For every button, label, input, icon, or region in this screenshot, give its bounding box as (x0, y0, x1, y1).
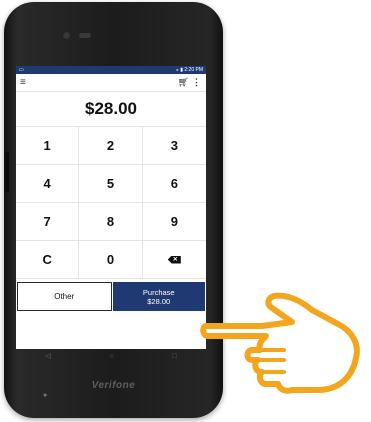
key-4[interactable]: 4 (16, 165, 80, 203)
hamburger-icon[interactable]: ≡ (20, 77, 26, 88)
purchase-label: Purchase (142, 287, 175, 297)
notification-icon: ▭ (19, 67, 24, 73)
terminal-screen: ▭ ◒ ▮ 2:20 PM ≡ 🛒︎ ⋮ $28.00 1 2 3 4 5 6 … (16, 66, 206, 349)
cart-icon[interactable]: 🛒︎ (178, 77, 189, 88)
amount-display: $28.00 (16, 92, 206, 127)
backspace-icon: ✕ (167, 255, 181, 264)
key-2[interactable]: 2 (79, 127, 143, 165)
status-time: 2:20 PM (184, 67, 203, 73)
nav-back-icon[interactable]: ◁ (45, 352, 50, 360)
key-8[interactable]: 8 (79, 203, 143, 241)
side-button[interactable] (5, 152, 9, 192)
action-buttons: Other Purchase $28.00 (16, 282, 206, 311)
status-time-area: ◒ ▮ 2:20 PM (176, 67, 203, 73)
nav-home-icon[interactable]: ○ (109, 353, 113, 360)
key-5[interactable]: 5 (79, 165, 143, 203)
purchase-button[interactable]: Purchase $28.00 (112, 282, 205, 311)
brand-logo: Verifone (91, 380, 136, 391)
key-6[interactable]: 6 (142, 165, 206, 203)
system-nav-bar: ◁ ○ □ (16, 349, 206, 363)
key-9[interactable]: 9 (142, 203, 206, 241)
app-bar: ≡ 🛒︎ ⋮ (16, 74, 206, 92)
pointing-hand-icon (200, 292, 360, 394)
wifi-icon: ◒ (175, 67, 179, 73)
camera-icon (62, 31, 71, 40)
key-1[interactable]: 1 (16, 127, 80, 165)
key-clear[interactable]: C (16, 241, 80, 279)
more-vert-icon[interactable]: ⋮ (192, 77, 201, 88)
key-backspace[interactable]: ✕ (142, 241, 206, 279)
nav-recents-icon[interactable]: □ (172, 353, 176, 360)
other-button[interactable]: Other (17, 282, 112, 311)
status-led-icon: ● (43, 392, 48, 399)
battery-icon: ▮ (180, 67, 183, 73)
speaker-grille (79, 33, 91, 38)
key-7[interactable]: 7 (16, 203, 80, 241)
keypad: 1 2 3 4 5 6 7 8 9 C 0 ✕ (16, 127, 206, 279)
status-bar: ▭ ◒ ▮ 2:20 PM (16, 66, 206, 74)
key-3[interactable]: 3 (142, 127, 206, 165)
purchase-amount: $28.00 (147, 296, 171, 306)
key-0[interactable]: 0 (79, 241, 143, 279)
